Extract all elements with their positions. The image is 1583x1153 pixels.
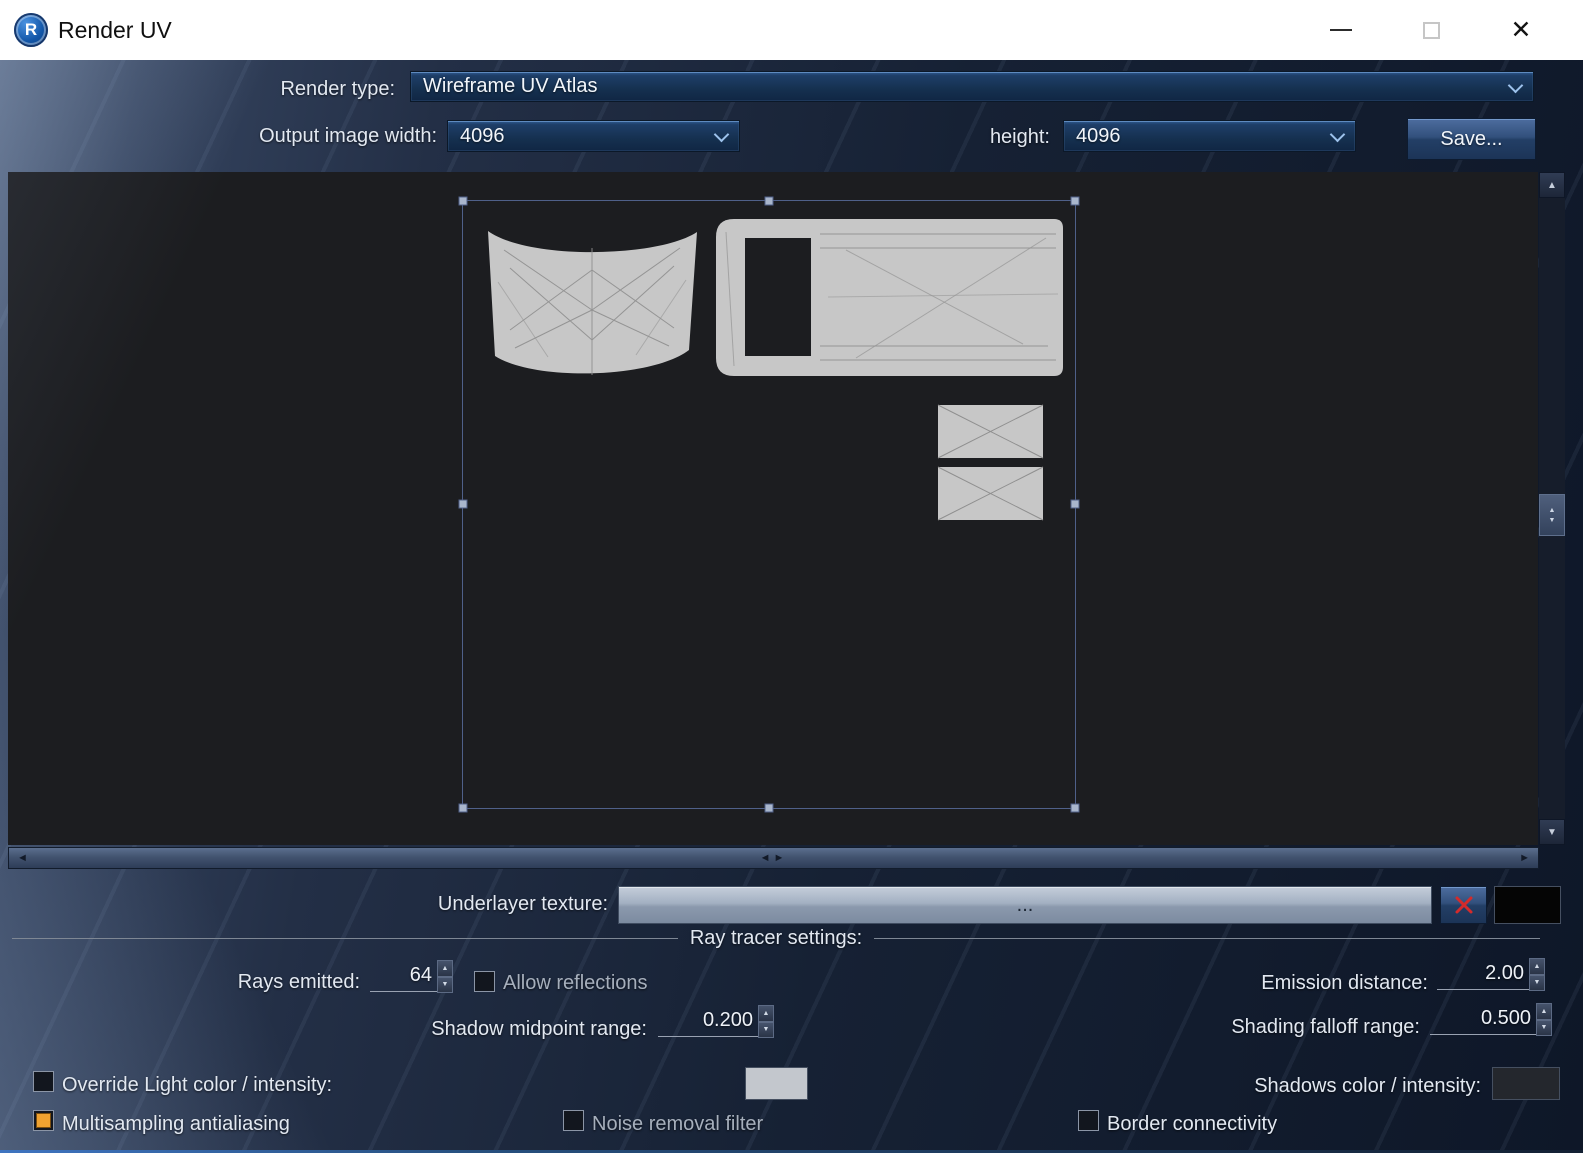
thumb-down-icon: ▼: [1549, 517, 1556, 524]
noise-removal-label: Noise removal filter: [592, 1111, 763, 1137]
border-connectivity-label: Border connectivity: [1107, 1111, 1277, 1137]
scroll-up-icon: ▲: [1547, 180, 1557, 191]
output-width-dropdown[interactable]: 4096: [447, 120, 740, 152]
uv-canvas-viewport[interactable]: [8, 172, 1538, 845]
override-light-label: Override Light color / intensity:: [62, 1072, 332, 1098]
vertical-scrollbar[interactable]: ▲ ▲ ▼ ▼: [1539, 172, 1565, 845]
minimize-icon: [1330, 29, 1352, 31]
close-icon: ✕: [1511, 18, 1532, 43]
rays-emitted-label: Rays emitted:: [60, 969, 360, 995]
allow-reflections-checkbox[interactable]: [474, 971, 495, 992]
rays-emitted-spinner: ▲ ▼: [437, 960, 453, 993]
shadow-midpoint-spinner: ▲ ▼: [758, 1005, 774, 1038]
spinner-up-button[interactable]: ▲: [1529, 958, 1545, 975]
output-height-label: height:: [850, 124, 1050, 150]
noise-removal-checkbox[interactable]: [563, 1110, 584, 1131]
save-button[interactable]: Save...: [1407, 118, 1536, 160]
shadow-midpoint-field[interactable]: 0.200: [658, 1005, 758, 1037]
vertical-scroll-thumb[interactable]: ▲ ▼: [1539, 494, 1565, 536]
app-icon: R: [14, 13, 48, 47]
spinner-up-button[interactable]: ▲: [758, 1005, 774, 1022]
rays-emitted-field[interactable]: 64: [370, 960, 437, 992]
spinner-down-button[interactable]: ▼: [758, 1022, 774, 1039]
shading-falloff-field[interactable]: 0.500: [1430, 1003, 1536, 1035]
emission-distance-spinner: ▲ ▼: [1529, 958, 1545, 991]
emission-distance-label: Emission distance:: [1128, 970, 1428, 996]
override-light-color-swatch[interactable]: [745, 1067, 808, 1100]
uv-atlas-preview: [8, 172, 1538, 845]
uv-island-hood: [488, 231, 697, 375]
override-light-checkbox[interactable]: [33, 1071, 54, 1092]
window-title: Render UV: [58, 0, 172, 60]
horizontal-scroll-thumb-grip[interactable]: ◄►: [760, 848, 788, 868]
clear-texture-button[interactable]: [1440, 886, 1487, 924]
scroll-right-icon[interactable]: ►: [1519, 848, 1530, 868]
thumb-up-icon: ▲: [1549, 507, 1556, 514]
shadow-midpoint-label: Shadow midpoint range:: [347, 1016, 647, 1042]
ray-tracer-group-separator: Ray tracer settings:: [12, 927, 1540, 950]
uv-island-small-1: [938, 405, 1043, 458]
chevron-down-icon: [1330, 127, 1346, 143]
clear-texture-icon: [1454, 895, 1474, 915]
output-height-value: 4096: [1076, 125, 1121, 148]
app-icon-letter: R: [25, 20, 37, 40]
shadows-color-swatch[interactable]: [1492, 1067, 1560, 1100]
maximize-icon: [1423, 22, 1440, 39]
uv-island-small-2: [938, 467, 1043, 520]
emission-distance-field[interactable]: 2.00: [1437, 958, 1529, 990]
output-width-value: 4096: [460, 125, 505, 148]
spinner-up-button[interactable]: ▲: [1536, 1003, 1552, 1020]
spinner-down-button[interactable]: ▼: [1536, 1020, 1552, 1037]
render-type-dropdown[interactable]: Wireframe UV Atlas: [410, 71, 1534, 102]
multisampling-label: Multisampling antialiasing: [62, 1111, 290, 1137]
chevron-down-icon: [1508, 77, 1524, 93]
spinner-up-button[interactable]: ▲: [437, 960, 453, 977]
spinner-down-button[interactable]: ▼: [437, 977, 453, 994]
scroll-up-button[interactable]: ▲: [1539, 172, 1565, 198]
allow-reflections-label: Allow reflections: [503, 970, 648, 996]
output-height-dropdown[interactable]: 4096: [1063, 120, 1356, 152]
scroll-down-icon: ▼: [1547, 827, 1557, 838]
shading-falloff-label: Shading falloff range:: [1120, 1014, 1420, 1040]
border-connectivity-checkbox[interactable]: [1078, 1110, 1099, 1131]
underlayer-color-swatch[interactable]: [1494, 886, 1561, 924]
maximize-button[interactable]: [1408, 0, 1454, 60]
save-button-label: Save...: [1440, 128, 1502, 151]
underlayer-texture-label: Underlayer texture:: [308, 891, 608, 917]
render-type-label: Render type:: [95, 76, 395, 102]
shading-falloff-spinner: ▲ ▼: [1536, 1003, 1552, 1036]
underlayer-texture-button[interactable]: ...: [618, 886, 1432, 924]
uv-island-roof: [716, 219, 1063, 376]
close-button[interactable]: ✕: [1498, 0, 1544, 60]
spinner-down-button[interactable]: ▼: [1529, 975, 1545, 992]
output-width-label: Output image width:: [137, 123, 437, 149]
render-uv-dialog: R Render UV ✕ Render type: Wireframe UV …: [0, 0, 1583, 1153]
scroll-down-button[interactable]: ▼: [1539, 819, 1565, 845]
titlebar: R Render UV ✕: [0, 0, 1583, 60]
multisampling-checkbox[interactable]: [33, 1110, 54, 1131]
shadows-color-label: Shadows color / intensity:: [1181, 1073, 1481, 1099]
render-type-value: Wireframe UV Atlas: [423, 75, 597, 98]
horizontal-scrollbar[interactable]: ◄ ◄► ►: [8, 847, 1539, 869]
ray-tracer-group-label: Ray tracer settings:: [690, 927, 862, 950]
chevron-down-icon: [714, 127, 730, 143]
scroll-left-icon[interactable]: ◄: [17, 848, 28, 868]
minimize-button[interactable]: [1318, 0, 1364, 60]
underlayer-texture-button-label: ...: [1017, 894, 1034, 917]
